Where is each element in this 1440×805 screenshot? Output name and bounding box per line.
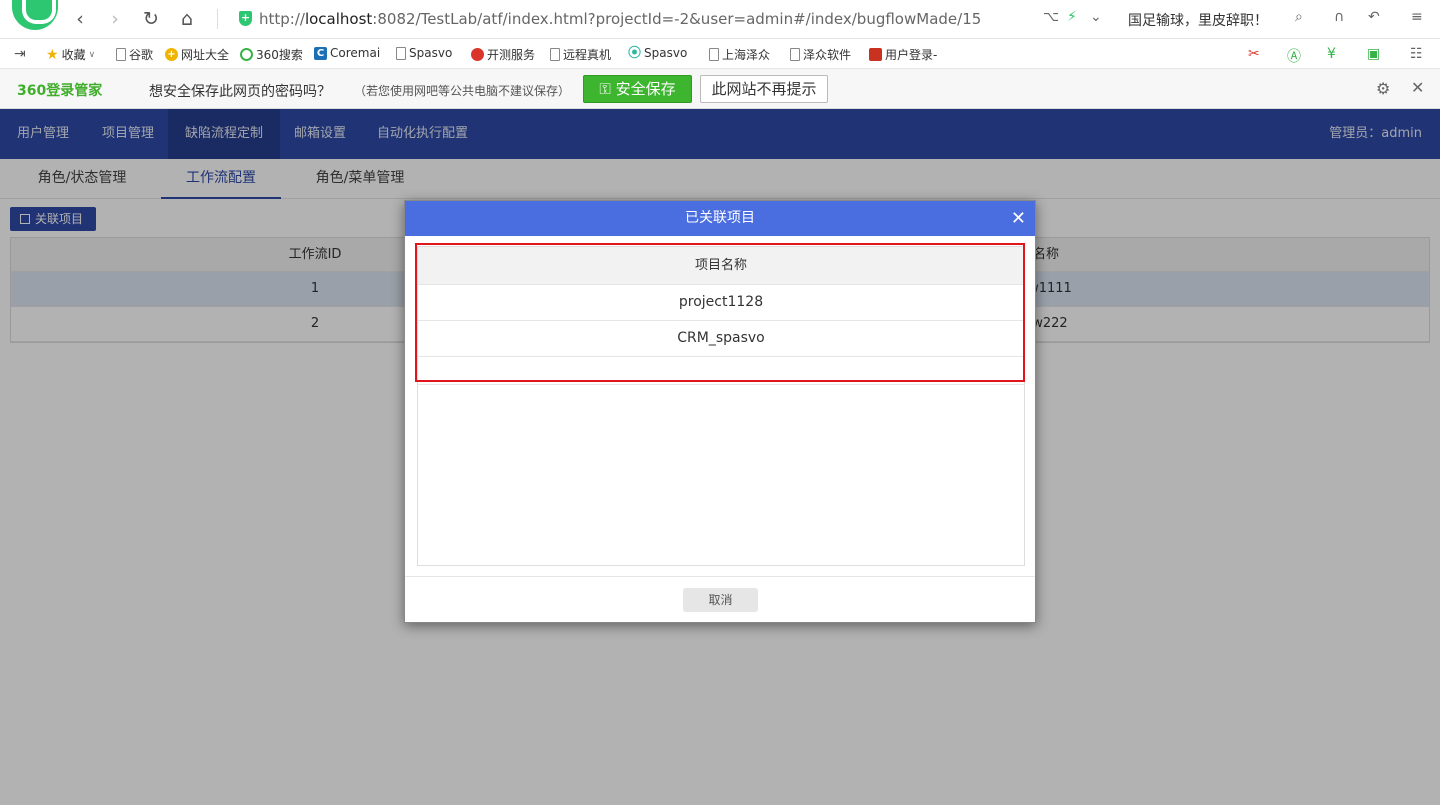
site-icon: ⦿ <box>628 45 642 61</box>
password-manager-bar: 360登录管家 想安全保存此网页的密码吗？ （若您使用网吧等公共电脑不建议保存）… <box>0 69 1440 109</box>
password-manager-brand: 360登录管家 <box>17 83 103 99</box>
back-icon[interactable]: ‹ <box>69 8 91 30</box>
linked-projects-dialog: 已关联项目 ✕ 项目名称 project1128 CRM_spasvo 取消 <box>404 200 1036 623</box>
headphones-icon[interactable]: ∩ <box>1334 9 1344 25</box>
undo-icon[interactable]: ↶ <box>1368 9 1380 25</box>
bookmark-item[interactable]: 泽众软件 <box>790 46 851 63</box>
save-password-question: 想安全保存此网页的密码吗？ <box>149 84 331 100</box>
bookmark-item[interactable]: Spasvo <box>396 46 452 60</box>
gear-icon[interactable]: ⚙ <box>1376 79 1390 98</box>
bookmark-label: Coremai <box>330 46 381 60</box>
bookmark-label: 泽众软件 <box>803 48 852 62</box>
bookmark-label: 用户登录- <box>885 48 938 62</box>
cancel-button[interactable]: 取消 <box>683 588 758 612</box>
browser-logo-icon <box>12 0 58 30</box>
chevron-down-icon: ∨ <box>88 49 96 60</box>
page-icon <box>396 46 406 60</box>
share-icon[interactable]: ⌥ <box>1043 9 1059 25</box>
page-icon <box>709 48 719 61</box>
bookmark-item[interactable]: ★ 收藏 ∨ <box>46 46 95 63</box>
save-password-note: （若您使用网吧等公共电脑不建议保存） <box>354 84 571 98</box>
bookmark-item[interactable]: 上海泽众 <box>709 46 770 63</box>
bookmark-item[interactable]: + 网址大全 <box>165 46 229 63</box>
linked-projects-table: 项目名称 project1128 CRM_spasvo <box>417 246 1025 566</box>
translate-icon[interactable]: Ⓐ <box>1287 46 1301 66</box>
site-icon: C <box>314 46 327 60</box>
scissors-icon[interactable]: ✂ <box>1248 46 1260 62</box>
reload-icon[interactable]: ↻ <box>140 8 162 30</box>
table-row[interactable]: CRM_spasvo <box>418 321 1024 357</box>
bookmark-item[interactable]: 谷歌 <box>116 46 153 63</box>
bookmark-item[interactable]: 开测服务 <box>471 46 535 63</box>
star-icon: ★ <box>46 46 59 63</box>
dialog-header: 已关联项目 ✕ <box>405 201 1035 236</box>
safe-save-button[interactable]: ⚿ 安全保存 <box>583 75 692 103</box>
browser-address-bar: ‹ › ↻ ⌂ + http://localhost:8082/TestLab/… <box>0 0 1440 39</box>
bookmark-label: 收藏 <box>61 48 86 62</box>
url-prefix: http:// <box>259 10 305 28</box>
close-icon[interactable]: ✕ <box>1011 201 1026 236</box>
bookmark-label: Spasvo <box>644 46 688 60</box>
lightning-icon[interactable]: ⚡ <box>1067 9 1077 25</box>
gamepad-icon[interactable]: ▣ <box>1367 46 1380 62</box>
bookmark-label: Spasvo <box>409 46 453 60</box>
bookmark-label: 谷歌 <box>129 48 154 62</box>
column-header-project-name[interactable]: 项目名称 <box>418 247 1024 285</box>
secure-shield-icon: + <box>239 11 252 26</box>
page-icon <box>116 48 126 61</box>
bookmark-item[interactable]: C Coremai <box>314 46 380 60</box>
bookmark-label: 网址大全 <box>181 48 230 62</box>
bookmark-label: 远程真机 <box>563 48 612 62</box>
chevron-down-icon[interactable]: ⌄ <box>1090 9 1102 25</box>
sidebar-toggle-icon[interactable]: ⇥ <box>14 46 26 62</box>
wallet-icon[interactable]: ¥ <box>1327 46 1336 62</box>
key-icon: ⚿ <box>599 80 616 98</box>
url-path: :8082/TestLab/atf/index.html?projectId=-… <box>372 10 982 28</box>
never-prompt-button[interactable]: 此网站不再提示 <box>700 75 828 103</box>
search-icon[interactable]: ⌕ <box>1295 9 1303 25</box>
site-icon <box>869 48 882 61</box>
site-icon <box>471 48 484 61</box>
bookmarks-bar: ⇥ ★ 收藏 ∨ 谷歌 + 网址大全 360搜索 C Coremai Spasvo 开测… <box>0 39 1440 69</box>
empty-row <box>418 357 1024 385</box>
url-field[interactable]: http://localhost:8082/TestLab/atf/index.… <box>259 10 981 28</box>
home-icon[interactable]: ⌂ <box>176 8 198 30</box>
page-icon <box>790 48 800 61</box>
bookmark-label: 360搜索 <box>256 48 303 62</box>
bookmark-item[interactable]: 用户登录- <box>869 46 937 63</box>
news-ticker[interactable]: 国足输球，里皮辞职！ <box>1128 10 1268 30</box>
site-icon: + <box>165 48 178 61</box>
site-icon <box>240 48 253 61</box>
divider <box>217 9 218 29</box>
forward-icon[interactable]: › <box>104 8 126 30</box>
dialog-title: 已关联项目 <box>685 210 755 226</box>
dialog-footer: 取消 <box>405 576 1035 622</box>
page-icon <box>550 48 560 61</box>
table-row[interactable]: project1128 <box>418 285 1024 321</box>
bookmark-label: 开测服务 <box>487 48 536 62</box>
apps-grid-icon[interactable]: ☷ <box>1410 46 1423 62</box>
url-host: localhost <box>304 10 373 28</box>
close-icon[interactable]: ✕ <box>1411 78 1424 97</box>
bookmark-label: 上海泽众 <box>722 48 771 62</box>
safe-save-label: 安全保存 <box>615 80 676 98</box>
bookmark-item[interactable]: 远程真机 <box>550 46 611 63</box>
bookmark-item[interactable]: 360搜索 <box>240 46 303 63</box>
bookmark-item[interactable]: ⦿ Spasvo <box>628 46 687 60</box>
menu-icon[interactable]: ≡ <box>1411 9 1423 25</box>
